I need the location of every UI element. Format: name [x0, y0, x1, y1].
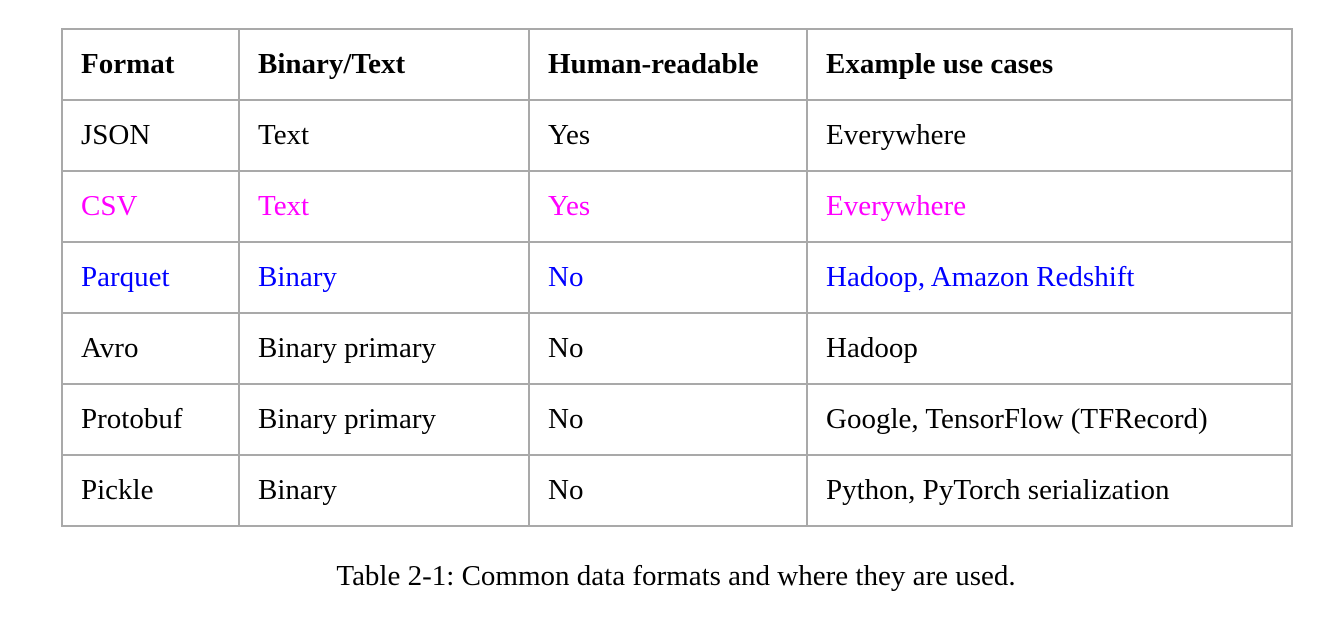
cell-binary-text: Text [238, 99, 530, 172]
cell-binary-text: Binary [238, 454, 530, 527]
data-formats-table: Format Binary/Text Human-readable Exampl… [61, 28, 1293, 527]
header-binary-text: Binary/Text [238, 28, 530, 101]
cell-example-use-cases: Hadoop, Amazon Redshift [806, 241, 1293, 314]
header-human-readable: Human-readable [528, 28, 808, 101]
cell-human-readable: No [528, 454, 808, 527]
cell-example-use-cases: Hadoop [806, 312, 1293, 385]
table-row: JSON Text Yes Everywhere [61, 99, 1293, 172]
cell-human-readable: No [528, 383, 808, 456]
cell-format: CSV [61, 170, 240, 243]
header-example-use-cases: Example use cases [806, 28, 1293, 101]
cell-example-use-cases: Google, TensorFlow (TFRecord) [806, 383, 1293, 456]
table-row: Parquet Binary No Hadoop, Amazon Redshif… [61, 241, 1293, 314]
table-caption: Table 2-1: Common data formats and where… [336, 560, 1016, 592]
cell-example-use-cases: Everywhere [806, 170, 1293, 243]
cell-format: Pickle [61, 454, 240, 527]
cell-format: Avro [61, 312, 240, 385]
cell-format: Protobuf [61, 383, 240, 456]
cell-human-readable: No [528, 241, 808, 314]
table-row: Avro Binary primary No Hadoop [61, 312, 1293, 385]
cell-binary-text: Text [238, 170, 530, 243]
cell-human-readable: Yes [528, 170, 808, 243]
cell-binary-text: Binary primary [238, 312, 530, 385]
cell-example-use-cases: Python, PyTorch serialization [806, 454, 1293, 527]
cell-format: Parquet [61, 241, 240, 314]
cell-binary-text: Binary primary [238, 383, 530, 456]
table-header-row: Format Binary/Text Human-readable Exampl… [61, 28, 1293, 101]
table-row: Protobuf Binary primary No Google, Tenso… [61, 383, 1293, 456]
cell-example-use-cases: Everywhere [806, 99, 1293, 172]
table-row: CSV Text Yes Everywhere [61, 170, 1293, 243]
cell-human-readable: No [528, 312, 808, 385]
cell-human-readable: Yes [528, 99, 808, 172]
table-row: Pickle Binary No Python, PyTorch seriali… [61, 454, 1293, 527]
header-format: Format [61, 28, 240, 101]
cell-binary-text: Binary [238, 241, 530, 314]
cell-format: JSON [61, 99, 240, 172]
